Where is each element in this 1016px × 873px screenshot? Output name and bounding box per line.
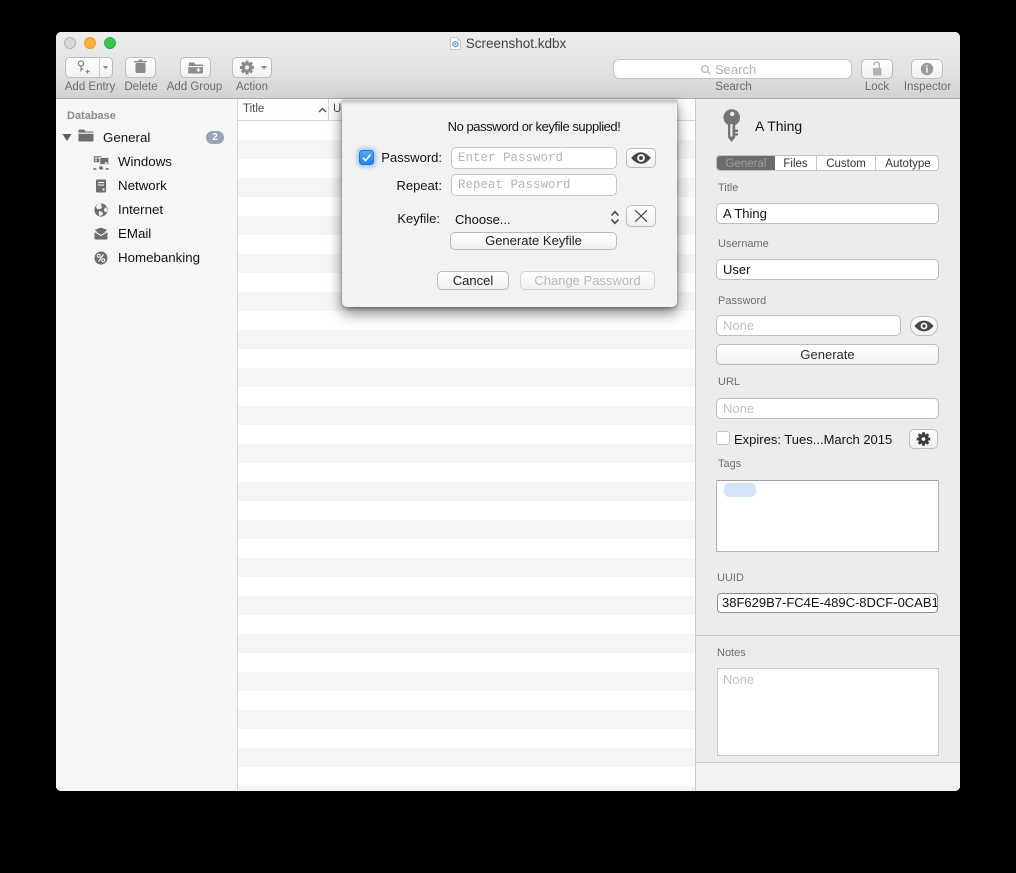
svg-text:i: i [926, 65, 929, 76]
